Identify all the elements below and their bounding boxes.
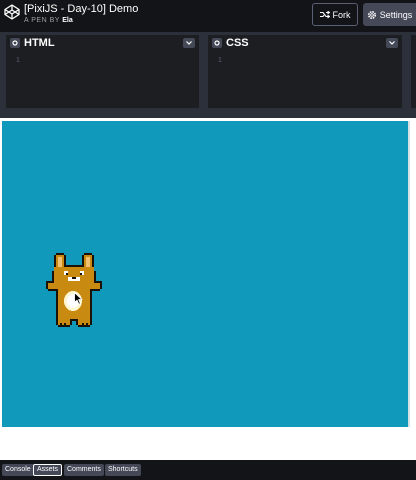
settings-button[interactable]: Settings — [363, 3, 416, 26]
html-editor-header: HTML — [6, 35, 199, 51]
mouse-pointer-icon — [74, 292, 83, 305]
comments-tab[interactable]: Comments — [64, 464, 104, 476]
css-collapse-chevron-down-icon[interactable] — [386, 38, 398, 48]
console-tab[interactable]: Console — [2, 464, 34, 476]
resize-divider[interactable] — [0, 108, 416, 118]
css-settings-icon[interactable] — [212, 38, 222, 48]
pen-title[interactable]: [PixiJS - Day-10] Demo — [24, 2, 138, 16]
gear-icon — [367, 10, 376, 19]
pen-by-label: A PEN BY — [24, 17, 60, 24]
html-collapse-chevron-down-icon[interactable] — [183, 38, 195, 48]
editor-area: HTML 1 CSS 1 — [0, 32, 416, 108]
fork-button[interactable]: Fork — [312, 3, 358, 26]
html-editor-title: HTML — [24, 37, 55, 49]
pen-author-line: A PEN BY Ela — [24, 16, 138, 26]
css-editor-title: CSS — [226, 37, 249, 49]
fork-icon — [319, 10, 330, 18]
css-line-number: 1 — [218, 57, 222, 64]
settings-label: Settings — [379, 9, 413, 20]
top-bar: [PixiJS - Day-10] Demo A PEN BY Ela Fork… — [0, 0, 416, 32]
html-line-number: 1 — [16, 57, 20, 64]
html-editor-panel[interactable]: HTML 1 — [6, 35, 199, 108]
pen-author-link[interactable]: Ela — [62, 17, 73, 24]
fork-label: Fork — [332, 9, 351, 20]
css-editor-header: CSS — [208, 35, 402, 51]
pen-title-block: [PixiJS - Day-10] Demo A PEN BY Ela — [24, 2, 138, 26]
result-pane — [0, 118, 416, 460]
css-editor-panel[interactable]: CSS 1 — [208, 35, 402, 108]
pixi-canvas[interactable] — [2, 121, 410, 427]
html-settings-icon[interactable] — [10, 38, 20, 48]
codepen-logo-icon[interactable] — [4, 4, 20, 20]
js-editor-panel-edge[interactable] — [411, 35, 416, 108]
bottom-toolbar: Console Assets Comments Shortcuts — [0, 460, 416, 480]
assets-tab[interactable]: Assets — [33, 464, 63, 476]
shortcuts-tab[interactable]: Shortcuts — [105, 464, 141, 476]
